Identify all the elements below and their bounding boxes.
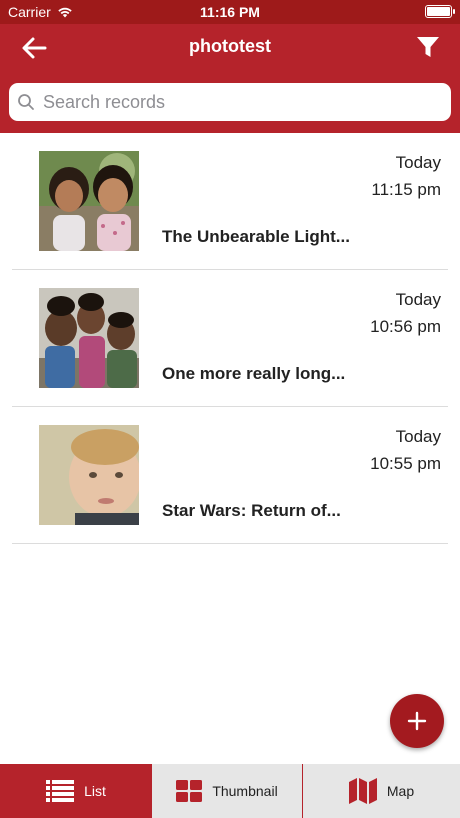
record-name: Star Wars: Return of... [162,501,341,520]
tab-thumbnail[interactable]: Thumbnail [152,764,303,818]
search-bar-container [0,71,460,133]
photo-two-girls [39,151,139,251]
record-name: The Unbearable Light... [162,227,350,246]
filter-icon[interactable] [416,35,440,59]
list-icon [46,780,75,802]
photo-group-of-kids [39,288,139,388]
tab-list[interactable]: List [0,764,152,818]
record-date: Today [395,427,441,446]
list-item[interactable]: Today 10:55 pm Star Wars: Return of... [12,407,448,544]
record-time: 11:15 pm [371,180,441,199]
add-record-button[interactable] [390,694,444,748]
list-item[interactable]: Today 10:56 pm One more really long... [12,270,448,407]
plus-icon [407,711,427,731]
search-input[interactable] [43,91,451,113]
battery-icon [425,5,455,18]
map-icon [348,778,377,804]
search-icon [18,94,34,110]
record-name: One more really long... [162,364,346,383]
search-box[interactable] [9,83,451,121]
record-photo [39,151,139,251]
tab-list-label: List [84,783,106,799]
tab-map-label: Map [386,783,415,799]
record-photo [39,425,139,525]
thumbnail-grid-icon [176,780,203,802]
status-bar: Carrier 11:16 PM [0,0,460,24]
record-time: 10:55 pm [370,454,441,473]
tab-map[interactable]: Map [303,764,460,818]
tab-thumbnail-label: Thumbnail [212,783,278,799]
page-title: phototest [189,36,271,56]
records-list: Today 11:15 pm The Unbearable Light... T… [0,133,460,544]
status-time: 11:16 PM [200,4,260,20]
record-time: 10:56 pm [370,317,441,336]
record-date: Today [395,153,441,172]
bottom-tab-bar: List Thumbnail Map [0,764,460,818]
record-date: Today [395,290,441,309]
record-photo [39,288,139,388]
app-header: phototest [0,24,460,71]
photo-toddler [39,425,139,525]
list-item[interactable]: Today 11:15 pm The Unbearable Light... [12,133,448,270]
